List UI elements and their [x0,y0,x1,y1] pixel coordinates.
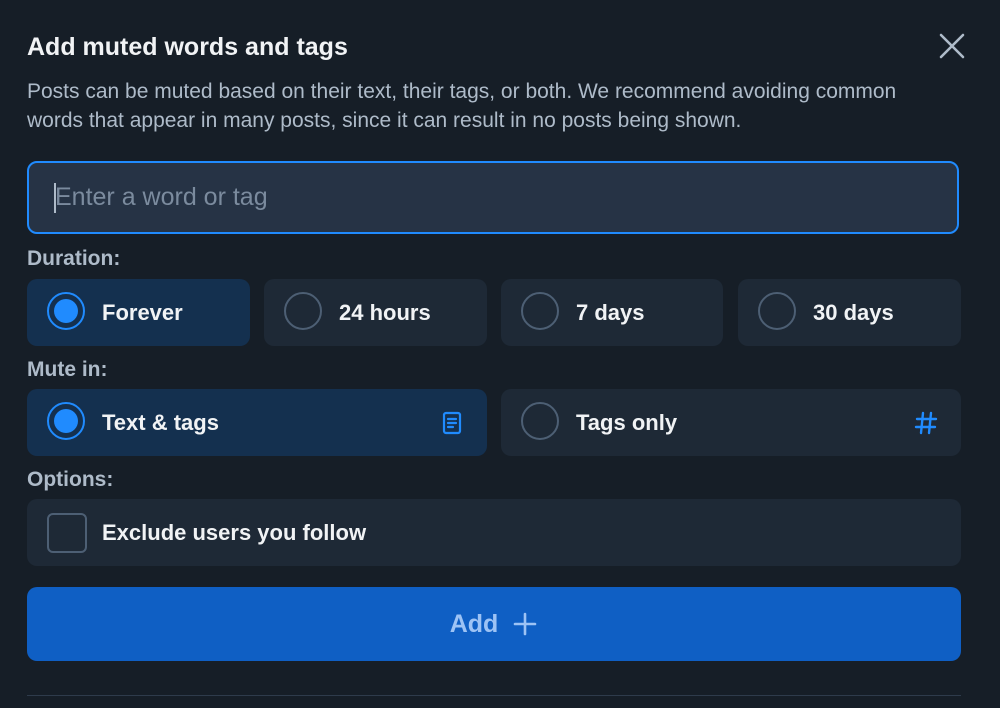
divider [27,695,961,696]
checkbox[interactable] [47,513,87,553]
mute-in-label: Mute in: [27,358,108,381]
option-label: 30 days [813,300,894,325]
radio-icon [521,402,559,440]
close-icon [939,33,965,59]
duration-option-30-days[interactable]: 30 days [738,279,961,346]
duration-label: Duration: [27,247,121,270]
radio-icon [758,292,796,330]
document-icon [442,411,462,435]
add-button[interactable]: Add [27,587,961,661]
duration-option-forever[interactable]: Forever [27,279,250,346]
radio-icon [47,292,85,330]
dialog-description: Posts can be muted based on their text, … [27,80,897,132]
option-label: 24 hours [339,300,431,325]
radio-icon [284,292,322,330]
option-label: Exclude users you follow [102,520,367,545]
duration-option-7-days[interactable]: 7 days [501,279,723,346]
option-label: Forever [102,300,183,325]
text-caret [54,183,56,213]
radio-icon [47,402,85,440]
option-label: 7 days [576,300,645,325]
mute-in-option-tags-only[interactable]: Tags only [501,389,961,456]
add-button-label: Add [449,609,499,638]
exclude-following-option[interactable]: Exclude users you follow [27,499,961,566]
mute-in-option-text-and-tags[interactable]: Text & tags [27,389,487,456]
hashtag-icon [914,411,938,435]
dialog-title: Add muted words and tags [27,33,348,61]
muted-word-input[interactable] [29,163,957,232]
close-button[interactable] [932,26,972,66]
option-label: Text & tags [102,410,219,435]
muted-word-input-container [27,161,959,234]
option-label: Tags only [576,410,678,435]
options-label: Options: [27,468,114,491]
duration-option-24-hours[interactable]: 24 hours [264,279,487,346]
plus-icon [513,612,537,636]
radio-icon [521,292,559,330]
